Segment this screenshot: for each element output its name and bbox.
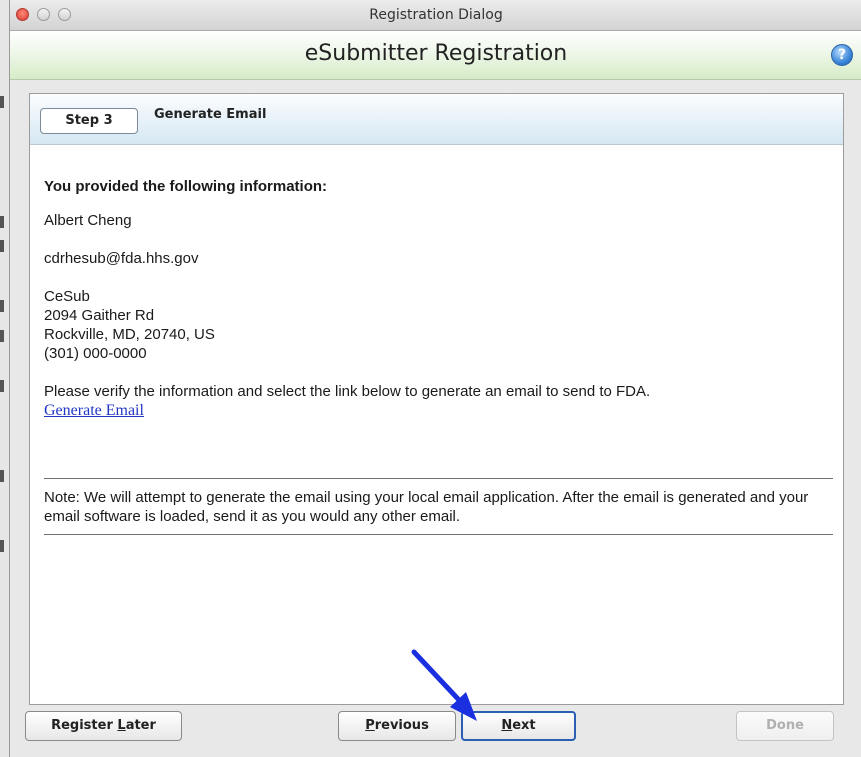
registration-dialog: Registration Dialog eSubmitter Registrat… bbox=[9, 0, 861, 757]
header-band: eSubmitter Registration ? bbox=[10, 31, 861, 80]
info-address-line1: 2094 Gaither Rd bbox=[44, 307, 155, 324]
background-mark bbox=[0, 300, 4, 312]
step-header: Step 3 Generate Email bbox=[30, 94, 843, 145]
next-mnemonic: N bbox=[501, 718, 513, 733]
next-label-part: ext bbox=[512, 718, 536, 733]
info-company: CeSub bbox=[44, 288, 90, 305]
background-mark bbox=[0, 380, 4, 392]
step-title: Generate Email bbox=[154, 107, 267, 122]
note-text: Note: We will attempt to generate the em… bbox=[44, 489, 809, 525]
background-mark bbox=[0, 330, 4, 342]
next-button[interactable]: Next bbox=[461, 711, 576, 741]
help-icon[interactable]: ? bbox=[831, 44, 853, 66]
previous-mnemonic: P bbox=[365, 718, 375, 733]
title-bar[interactable]: Registration Dialog bbox=[10, 0, 861, 31]
previous-button[interactable]: Previous bbox=[338, 711, 456, 741]
background-mark bbox=[0, 470, 4, 482]
divider-top bbox=[44, 478, 833, 479]
info-address-line2: Rockville, MD, 20740, US bbox=[44, 326, 215, 343]
info-heading: You provided the following information: bbox=[44, 178, 328, 195]
content-panel: Step 3 Generate Email You provided the f… bbox=[29, 93, 844, 705]
dialog-header-title: eSubmitter Registration bbox=[304, 41, 568, 66]
background-mark bbox=[0, 96, 4, 108]
background-mark bbox=[0, 216, 4, 228]
info-email: cdrhesub@fda.hhs.gov bbox=[44, 250, 199, 267]
register-later-label-part: ater bbox=[125, 718, 156, 733]
done-button: Done bbox=[736, 711, 834, 741]
previous-label-part: revious bbox=[374, 718, 429, 733]
info-name: Albert Cheng bbox=[44, 212, 132, 229]
generate-email-link[interactable]: Generate Email bbox=[44, 401, 144, 420]
background-mark bbox=[0, 540, 4, 552]
instructions-text: Please verify the information and select… bbox=[44, 383, 651, 400]
background-mark bbox=[0, 240, 4, 252]
divider-bottom bbox=[44, 534, 833, 535]
register-later-mnemonic: L bbox=[117, 718, 126, 733]
register-later-label-part: Register bbox=[51, 718, 118, 733]
step-indicator: Step 3 bbox=[40, 108, 138, 134]
register-later-button[interactable]: Register Later bbox=[25, 711, 182, 741]
info-section: You provided the following information: … bbox=[44, 178, 834, 420]
info-phone: (301) 000-0000 bbox=[44, 345, 147, 362]
window-title: Registration Dialog bbox=[369, 7, 503, 23]
